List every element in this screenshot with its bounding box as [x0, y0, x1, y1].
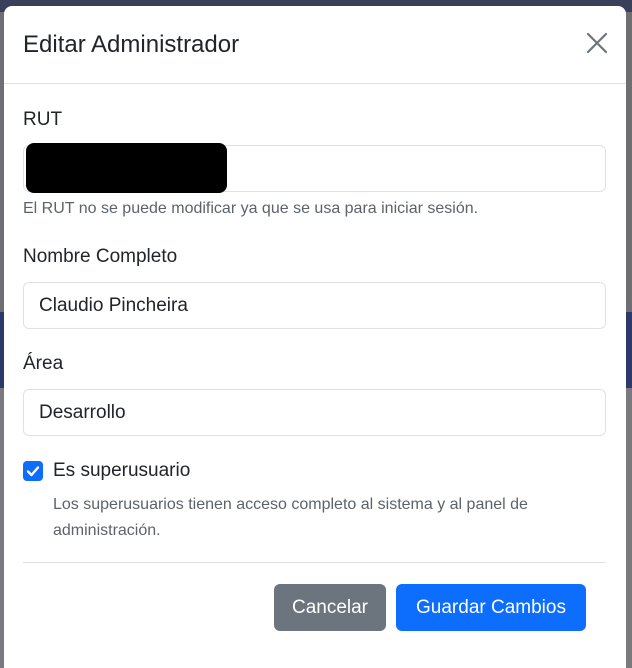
area-label: Área [23, 353, 64, 374]
modal-header: Editar Administrador [4, 6, 626, 84]
redacted-value [26, 143, 227, 193]
checkmark-icon [26, 466, 40, 477]
nombre-field[interactable]: Claudio Pincheira [23, 282, 606, 329]
area-field[interactable]: Desarrollo [23, 389, 606, 436]
rut-help-text: El RUT no se puede modificar ya que se u… [23, 200, 479, 217]
superusuario-help-text: Los superusuarios tienen acceso completo… [53, 496, 528, 539]
modal-title: Editar Administrador [23, 31, 240, 58]
rut-label: RUT [23, 109, 63, 130]
nombre-label: Nombre Completo [23, 246, 178, 267]
save-changes-button[interactable]: Guardar Cambios [396, 584, 586, 631]
footer-divider [23, 562, 606, 563]
close-button[interactable] [584, 30, 610, 56]
edit-admin-modal: Editar Administrador RUT El RUT no se pu… [4, 6, 626, 668]
superusuario-label[interactable]: Es superusuario [53, 460, 190, 482]
rut-field[interactable] [23, 143, 606, 193]
cancel-button[interactable]: Cancelar [274, 584, 386, 631]
superusuario-checkbox[interactable] [23, 461, 43, 481]
close-icon [586, 32, 608, 54]
